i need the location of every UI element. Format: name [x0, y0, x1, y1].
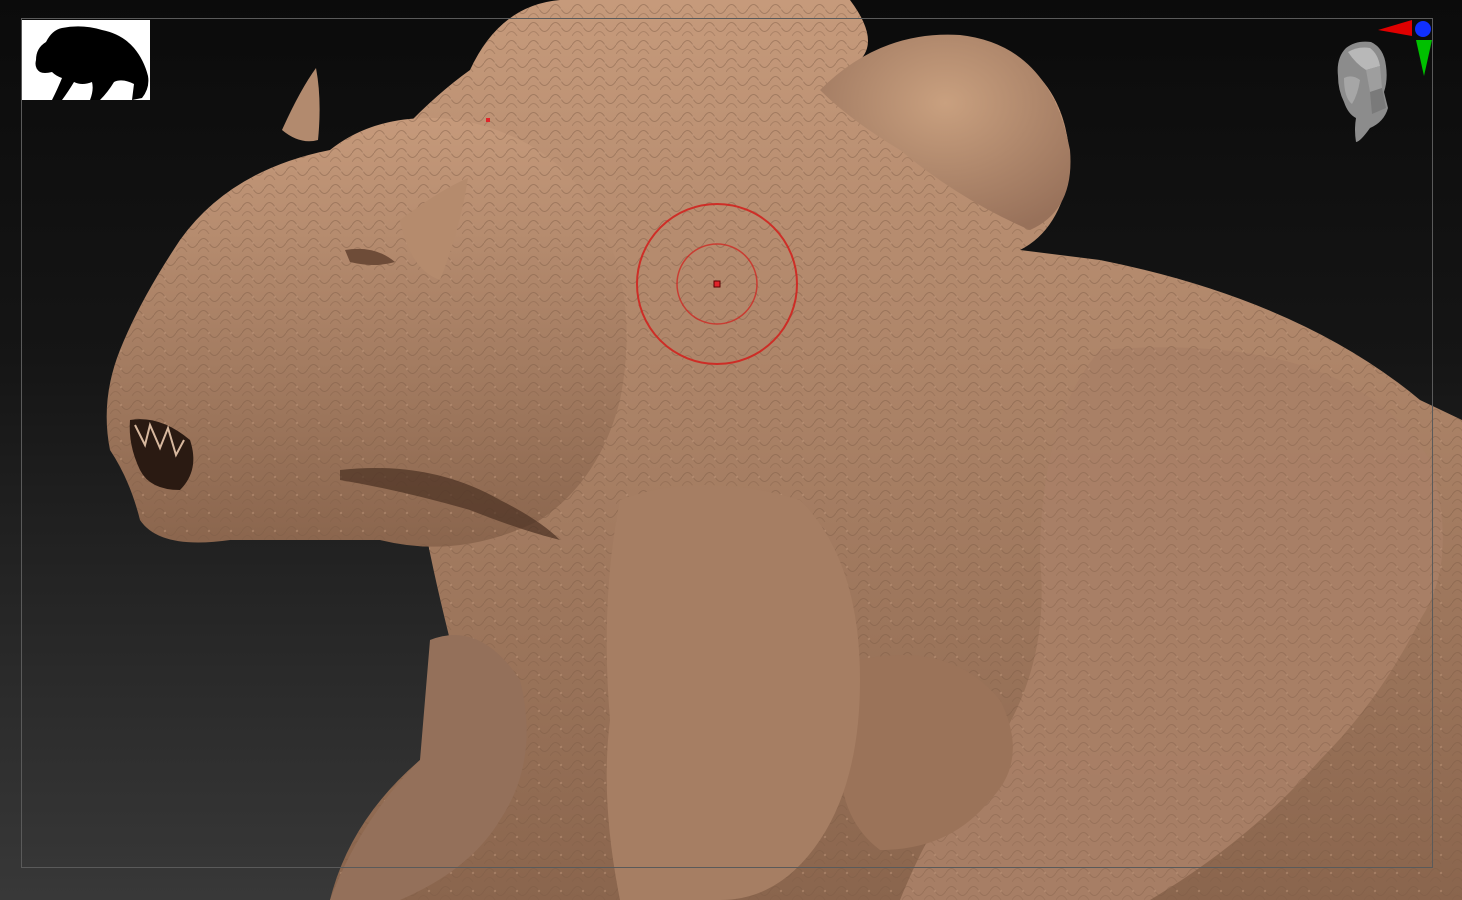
z-axis-icon[interactable]: [1415, 21, 1431, 37]
zbrush-canvas-viewport[interactable]: [0, 0, 1462, 900]
x-axis-icon[interactable]: [1378, 20, 1412, 36]
navigation-widget[interactable]: [1326, 18, 1436, 148]
surface-marker-point: [486, 118, 490, 122]
creature-horn: [282, 68, 320, 142]
creature-silhouette-icon: [35, 26, 149, 100]
sculpted-creature-model[interactable]: [0, 0, 1462, 900]
y-axis-icon[interactable]: [1416, 40, 1432, 76]
gray-head-icon[interactable]: [1337, 41, 1388, 142]
silhouette-thumbnail[interactable]: [22, 20, 150, 100]
